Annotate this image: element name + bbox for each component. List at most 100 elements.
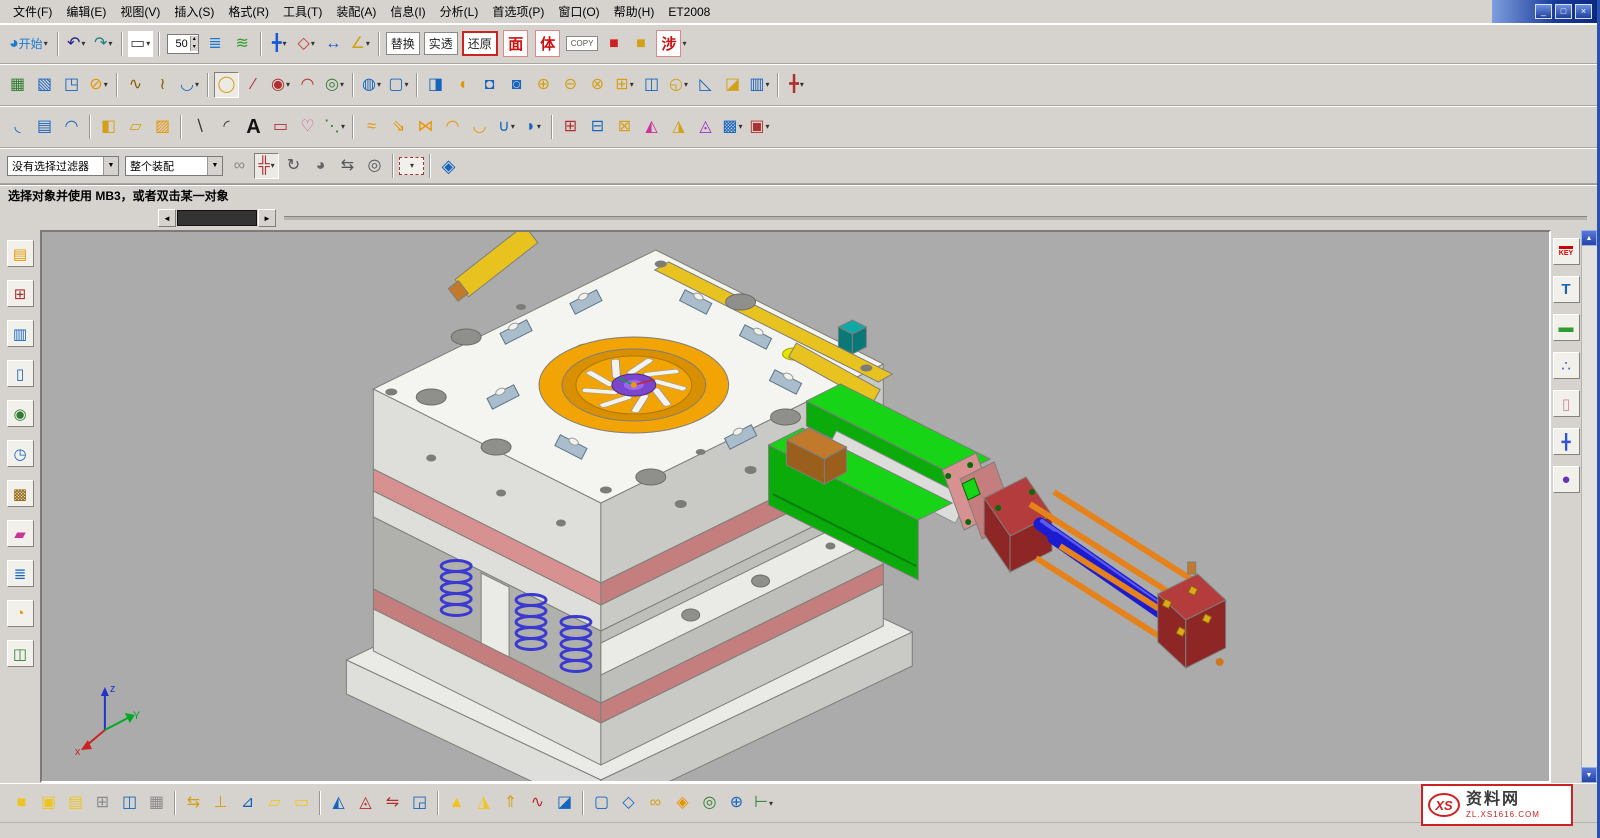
shell-button[interactable]: ▥▾ <box>747 72 772 98</box>
datum-csys-button-dropdown[interactable]: ▾ <box>800 80 804 89</box>
part-navigator-tab[interactable]: ▥ <box>7 320 34 347</box>
rotate-view-button[interactable]: ↻ <box>281 153 306 179</box>
close-button[interactable]: × <box>1575 4 1592 19</box>
split-body-button[interactable]: ◭ <box>639 114 664 140</box>
snap-view-button[interactable]: ◇▾ <box>294 31 319 57</box>
hole-button[interactable]: ◘ <box>477 72 502 98</box>
primitive-block-button-dropdown[interactable]: ▾ <box>405 80 409 89</box>
sketch-button[interactable]: ▦ <box>5 72 30 98</box>
vertical-scroll-track[interactable] <box>1581 246 1597 767</box>
chain-loop-button[interactable]: ◯ <box>214 72 239 98</box>
internet-explorer-tab[interactable]: ◉ <box>7 400 34 427</box>
selection-scope-combo-arrow[interactable]: ▼ <box>207 157 222 175</box>
restore-button[interactable]: □ <box>1555 4 1572 19</box>
primitive-sphere-button[interactable]: ◍▾ <box>359 72 384 98</box>
intersect-button[interactable]: ⊗ <box>585 72 610 98</box>
wave-link-button[interactable]: ⊞ <box>558 114 583 140</box>
unite-button[interactable]: ⊕ <box>531 72 556 98</box>
scroll-left-button[interactable]: ◄ <box>158 209 176 227</box>
text-tool-button[interactable]: A <box>241 114 266 140</box>
selection-filter-combo-arrow[interactable]: ▼ <box>103 157 118 175</box>
subtract-button[interactable]: ⊖ <box>558 72 583 98</box>
point-button-dropdown[interactable]: ▾ <box>340 80 344 89</box>
extract-body-button[interactable]: ⊟ <box>585 114 610 140</box>
sphere-group-tool-button[interactable]: ∴ <box>1553 352 1580 379</box>
rectangle-select-button[interactable]: ▾ <box>399 157 424 175</box>
select-chain-button[interactable]: ◎ <box>697 790 722 816</box>
work-layer-spinner[interactable]: 50▴▾ <box>167 34 199 54</box>
menu-item-6[interactable]: 装配(A) <box>329 0 383 23</box>
pattern-feature-button-dropdown[interactable]: ▾ <box>630 80 634 89</box>
primitive-sphere-button-dropdown[interactable]: ▾ <box>377 80 381 89</box>
trim-body-button[interactable]: ◪ <box>720 72 745 98</box>
history-tab[interactable]: ◷ <box>7 440 34 467</box>
isolate-component-button[interactable]: ▢ <box>589 790 614 816</box>
sew-button[interactable]: ◬ <box>693 114 718 140</box>
patch-button-dropdown[interactable]: ▾ <box>739 122 743 131</box>
menu-item-3[interactable]: 插入(S) <box>167 0 221 23</box>
layer-category-button[interactable]: ≋ <box>230 31 255 57</box>
four-point-surface-button[interactable]: ▱ <box>123 114 148 140</box>
revolve-button[interactable]: ◖ <box>450 72 475 98</box>
key-tool-button[interactable]: KEY <box>1553 238 1580 265</box>
trim-sheet-button[interactable]: ◮ <box>666 114 691 140</box>
edge-blend-button-dropdown[interactable]: ▾ <box>684 80 688 89</box>
interpart-link-button[interactable]: ∞ <box>227 153 252 179</box>
touch-panel-tab[interactable]: ◫ <box>7 640 34 667</box>
align-component-button-dropdown[interactable]: ▾ <box>769 799 773 808</box>
scroll-down-button[interactable]: ▼ <box>1581 767 1597 783</box>
she-button[interactable]: 涉▾ <box>655 31 687 57</box>
edge-blend-button[interactable]: ◵▾ <box>666 72 691 98</box>
constraint-navigator-tab[interactable]: ⊞ <box>7 280 34 307</box>
body-display-button[interactable]: 体 <box>533 31 563 57</box>
show-dof-button[interactable]: ⊿ <box>235 790 260 816</box>
assembly-constraints-button[interactable]: ⊥ <box>208 790 233 816</box>
cross-tool-button[interactable]: ╋ <box>1553 428 1580 455</box>
chamfer-button[interactable]: ◺ <box>693 72 718 98</box>
red-cube-button[interactable]: ■ <box>601 31 626 57</box>
circle-button[interactable]: ◉▾ <box>268 72 293 98</box>
studio-spline-button[interactable]: ◡▾ <box>177 72 202 98</box>
palette-colorbar-tab[interactable]: ▰ <box>7 520 34 547</box>
scroll-right-button[interactable]: ► <box>258 209 276 227</box>
replace-component-button[interactable]: ◫ <box>117 790 142 816</box>
profile-curve-button[interactable]: ∿ <box>123 72 148 98</box>
translucent-button[interactable]: 实透 <box>423 31 459 57</box>
copy-face-button[interactable]: copy <box>565 31 600 57</box>
menu-item-0[interactable]: 文件(F) <box>6 0 59 23</box>
sketch-curve-button[interactable]: ▧ <box>32 72 57 98</box>
wave-geometry-linker-button[interactable]: ◲ <box>407 790 432 816</box>
measure-distance-button[interactable]: ↔ <box>321 31 346 57</box>
roles-tab[interactable]: ◔ <box>7 600 34 627</box>
scroll-up-button[interactable]: ▲ <box>1581 230 1597 246</box>
menu-item-7[interactable]: 信息(I) <box>383 0 432 23</box>
studio-spline-button-dropdown[interactable]: ▾ <box>195 80 199 89</box>
process-list-tab[interactable]: ≣ <box>7 560 34 587</box>
assembly-navigator-tab[interactable]: ▤ <box>7 240 34 267</box>
redo-button[interactable]: ↷▾ <box>91 31 116 57</box>
pan-view-button[interactable]: ⇆ <box>335 153 360 179</box>
start-button[interactable]: ◕开始▾ <box>5 31 52 57</box>
minimize-button[interactable]: _ <box>1535 4 1552 19</box>
datum-axis-button-dropdown[interactable]: ▾ <box>104 80 108 89</box>
display-color-button[interactable]: ▭▾ <box>128 31 153 57</box>
replace-button[interactable]: 替换 <box>385 31 421 57</box>
through-curves-button[interactable]: ▤ <box>32 114 57 140</box>
rotary-cavity-ring[interactable] <box>539 337 729 433</box>
move-component-button[interactable]: ⇆ <box>181 790 206 816</box>
capsule-tool-button[interactable]: ▬ <box>1553 314 1580 341</box>
she-button-dropdown[interactable]: ▾ <box>682 39 686 48</box>
menu-item-2[interactable]: 视图(V) <box>113 0 167 23</box>
interference-check-button[interactable]: ◬ <box>353 790 378 816</box>
exploded-view-button[interactable]: ■ <box>9 790 34 816</box>
center-align-button[interactable]: ⊕ <box>724 790 749 816</box>
offset-face-button[interactable]: ▣▾ <box>747 114 772 140</box>
interpart-link-tool-button[interactable]: ∞ <box>643 790 668 816</box>
promote-body-button[interactable]: ⊠ <box>612 114 637 140</box>
primitive-block-button[interactable]: ▢▾ <box>386 72 411 98</box>
reflect-component-button[interactable]: ◈ <box>670 790 695 816</box>
datum-csys-button[interactable]: ╋▾ <box>784 72 809 98</box>
gold-cube-button[interactable]: ■ <box>628 31 653 57</box>
datum-plane-button[interactable]: ◳ <box>59 72 84 98</box>
product-outline-button[interactable]: ◇ <box>616 790 641 816</box>
